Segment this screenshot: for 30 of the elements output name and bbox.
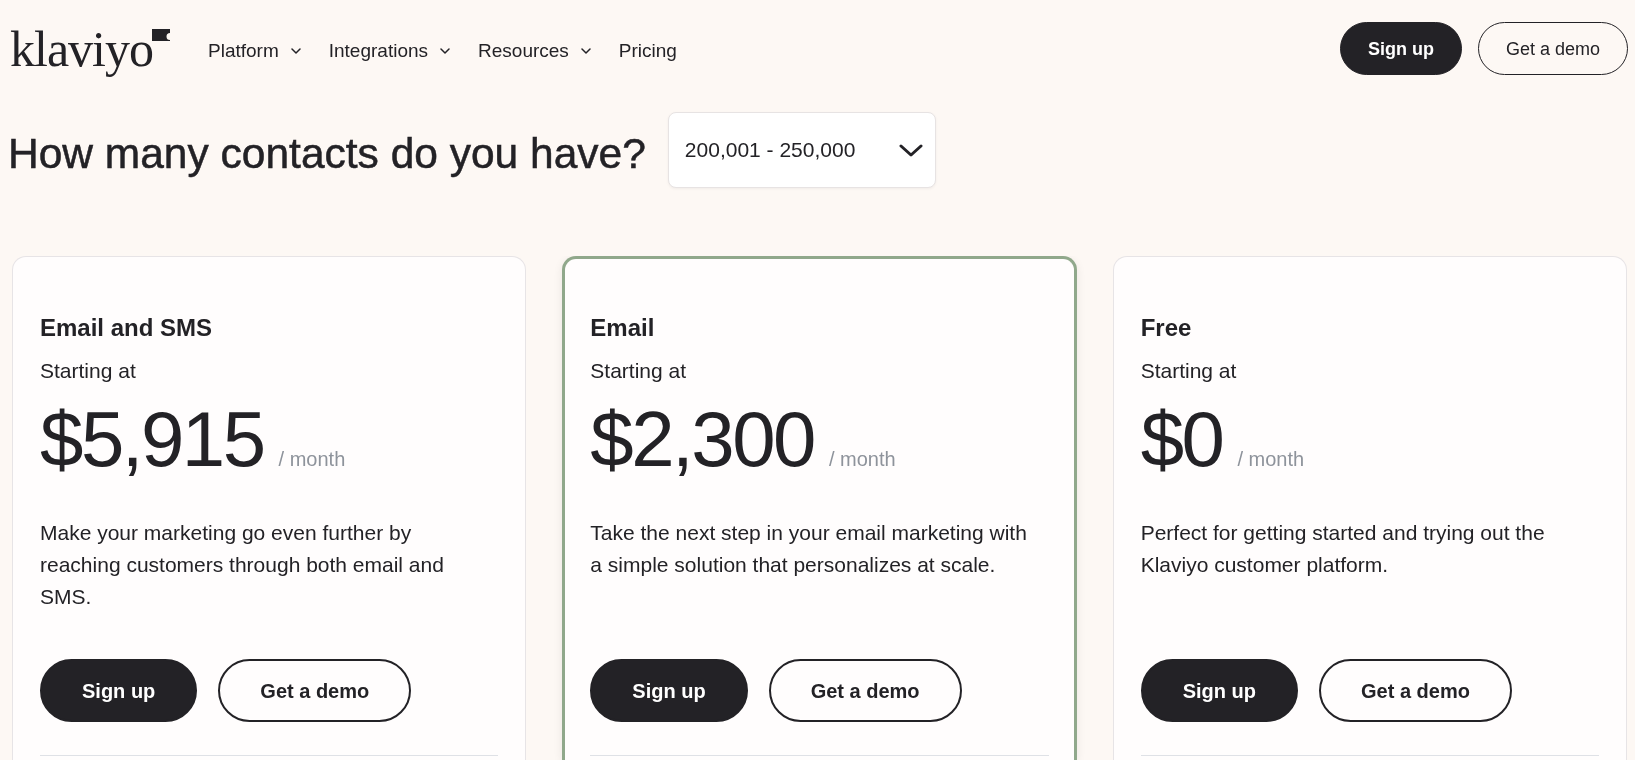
plan-description: Perfect for getting started and trying out the Klaviyo customer platform. (1140, 520, 1546, 578)
plan-name: Email (590, 313, 656, 342)
demo-button[interactable]: Get a demo (768, 659, 962, 722)
starting-label: Starting at (40, 358, 137, 383)
plan-name: Free (1140, 313, 1193, 342)
price-period: / month (278, 447, 346, 472)
demo-button[interactable]: Get a demo (218, 659, 412, 722)
plan-price: $0 (1140, 400, 1223, 478)
contacts-dropdown[interactable]: 200,001 - 250,000 (667, 112, 936, 188)
plan-description: Make your marketing go even further by reaching customers through both email and SMS. (40, 520, 445, 610)
signup-button[interactable]: Sign up (1140, 659, 1298, 722)
signup-button[interactable]: Sign up (1339, 22, 1462, 75)
plan-description: Take the next step in your email marketing with a simple solution that personalizes at scale. (590, 520, 1028, 578)
nav-link[interactable]: Pricing (618, 36, 677, 66)
page-heading: How many contacts do you have? (8, 128, 646, 179)
price-period: / month (1237, 447, 1305, 472)
plan-price: $5,915 (40, 400, 264, 478)
plan-name: Email and SMS (40, 313, 214, 342)
plan-price: $2,300 (590, 400, 814, 478)
signup-button[interactable]: Sign up (40, 659, 198, 722)
starting-label: Starting at (590, 358, 688, 383)
starting-label: Starting at (1140, 358, 1238, 383)
nav-link[interactable]: Platform (208, 36, 301, 66)
nav-link[interactable]: Resources (478, 36, 591, 66)
chevron-down-icon (898, 143, 923, 157)
flag-icon (152, 28, 170, 41)
signup-button[interactable]: Sign up (590, 659, 748, 722)
demo-button[interactable]: Get a demo (1319, 659, 1512, 722)
nav-link[interactable]: Integrations (328, 36, 451, 66)
price-period: / month (828, 447, 896, 472)
